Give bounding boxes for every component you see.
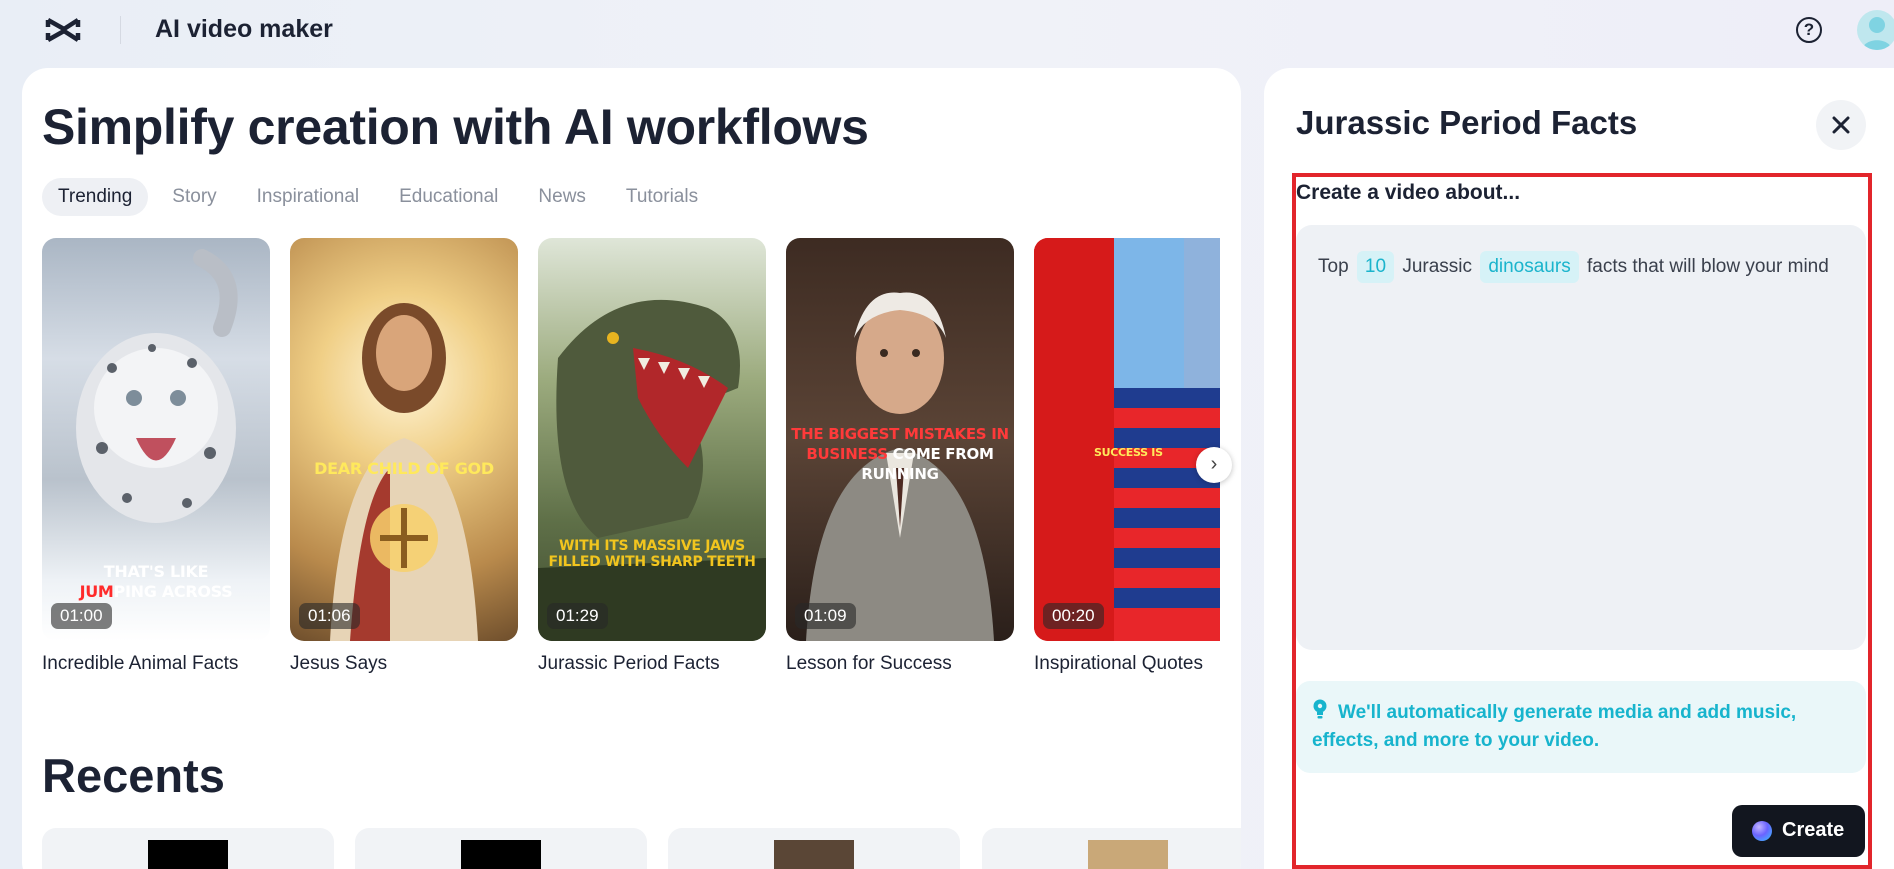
ai-orb-icon — [1752, 821, 1772, 841]
card-thumbnail: THE BIGGEST MISTAKES IN BUSINESS COME FR… — [786, 238, 1014, 641]
topbar-divider — [120, 16, 121, 44]
card-title: Jurassic Period Facts — [538, 653, 720, 674]
prompt-heading: Create a video about... — [1296, 181, 1521, 204]
card-thumbnail: WITH ITS MASSIVE JAWS FILLED WITH SHARP … — [538, 238, 766, 641]
info-text: We'll automatically generate media and a… — [1312, 702, 1797, 751]
caption-rest: PING ACROSS — [113, 582, 233, 601]
recent-thumbnail — [461, 840, 541, 869]
prompt-text: Jurassic — [1402, 256, 1473, 277]
template-card-inspirational-quotes[interactable]: SUCCESS IS 00:20 Inspirational Quotes — [1034, 238, 1220, 675]
top-bar: AI video maker ? — [0, 0, 1894, 60]
card-caption: WITH ITS MASSIVE JAWS — [559, 538, 745, 554]
recent-thumbnail — [148, 840, 228, 869]
card-thumbnail: DEAR CHILD OF GOD 01:06 — [290, 238, 518, 641]
tab-inspirational[interactable]: Inspirational — [257, 178, 375, 216]
recent-item[interactable] — [982, 828, 1241, 869]
help-icon[interactable]: ? — [1796, 17, 1822, 43]
card-caption: SUCCESS IS — [1094, 446, 1163, 459]
recent-item[interactable] — [668, 828, 960, 869]
recents-title: Recents — [42, 749, 225, 802]
card-thumbnail: SUCCESS IS 00:20 — [1034, 238, 1220, 641]
caption-highlight: JUM — [79, 582, 114, 601]
template-card-jurassic-facts[interactable]: WITH ITS MASSIVE JAWS FILLED WITH SHARP … — [538, 238, 766, 675]
prompt-variable-chip[interactable]: dinosaurs — [1480, 251, 1579, 283]
lightbulb-icon — [1313, 699, 1327, 719]
card-title: Incredible Animal Facts — [42, 653, 239, 674]
page-title: Simplify creation with AI workflows — [42, 99, 869, 155]
chevron-right-icon: › — [1210, 453, 1218, 475]
card-caption-line-2: BUSINESS COME FROM — [786, 444, 1014, 464]
recent-item[interactable] — [42, 828, 334, 869]
card-caption-line-2: FILLED WITH SHARP TEETH — [548, 554, 756, 570]
prompt-text: facts that will blow your mind — [1586, 256, 1829, 277]
caption-rest: COME FROM — [887, 445, 994, 463]
jesus-image — [330, 303, 478, 641]
avatar[interactable] — [1857, 10, 1894, 50]
t-rex-image — [538, 299, 766, 641]
carousel-next-button[interactable]: › — [1196, 447, 1232, 483]
info-tip: We'll automatically generate media and a… — [1296, 681, 1866, 773]
duration-badge: 01:00 — [51, 603, 112, 629]
recent-item[interactable] — [355, 828, 647, 869]
card-title: Jesus Says — [290, 653, 388, 674]
user-avatar-icon — [1862, 17, 1892, 50]
caption-highlight: BUSINESS — [806, 445, 888, 463]
tab-news[interactable]: News — [538, 178, 602, 216]
card-title: Lesson for Success — [786, 653, 952, 674]
stairs-image — [1034, 238, 1220, 641]
tab-educational[interactable]: Educational — [399, 178, 514, 216]
create-label: Create — [1782, 819, 1845, 841]
template-card-animal-facts[interactable]: THAT'S LIKE JUMPING ACROSS 01:00 Incredi… — [42, 238, 270, 675]
card-caption-line-3: RUNNING — [861, 465, 939, 483]
template-card-jesus-says[interactable]: DEAR CHILD OF GOD 01:06 Jesus Says — [290, 238, 518, 675]
tab-tutorials[interactable]: Tutorials — [626, 178, 714, 216]
capcut-logo-icon[interactable] — [44, 15, 82, 45]
template-carousel: THAT'S LIKE JUMPING ACROSS 01:00 Incredi… — [42, 238, 1220, 758]
recent-thumbnail — [1088, 840, 1168, 869]
duration-badge: 01:29 — [547, 603, 608, 629]
card-caption: DEAR CHILD OF GOD — [314, 459, 494, 478]
card-title: Inspirational Quotes — [1034, 653, 1203, 674]
template-card-lesson-for-success[interactable]: THE BIGGEST MISTAKES IN BUSINESS COME FR… — [786, 238, 1014, 675]
app-title: AI video maker — [155, 15, 333, 43]
create-button[interactable]: Create — [1732, 805, 1865, 857]
recent-thumbnail — [774, 840, 854, 869]
workflows-panel: Simplify creation with AI workflows Tren… — [22, 68, 1241, 869]
close-icon — [1832, 116, 1850, 134]
duration-badge: 00:20 — [1043, 603, 1104, 629]
prompt-text: Top — [1318, 256, 1349, 277]
card-thumbnail: THAT'S LIKE JUMPING ACROSS 01:00 — [42, 238, 270, 641]
tab-story[interactable]: Story — [172, 178, 232, 216]
duration-badge: 01:06 — [299, 603, 360, 629]
prompt-input[interactable]: Top 10 Jurassic dinosaurs facts that wil… — [1296, 225, 1866, 650]
card-caption: THAT'S LIKE — [103, 562, 209, 581]
category-tabs: Trending Story Inspirational Educational… — [42, 178, 714, 216]
card-caption: THE BIGGEST MISTAKES IN — [791, 425, 1009, 443]
tab-trending[interactable]: Trending — [42, 178, 149, 216]
close-button[interactable] — [1816, 100, 1866, 150]
duration-badge: 01:09 — [795, 603, 856, 629]
prompt-variable-chip[interactable]: 10 — [1356, 251, 1395, 283]
panel-title: Jurassic Period Facts — [1296, 104, 1638, 141]
card-caption-line-2: JUMPING ACROSS — [42, 582, 270, 602]
